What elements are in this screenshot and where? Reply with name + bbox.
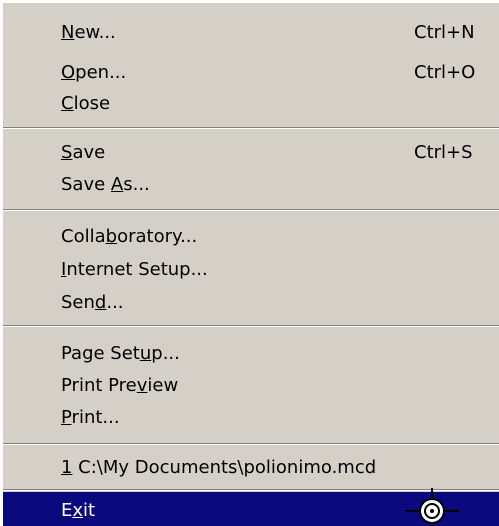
menu-item-close[interactable]: Close	[3, 85, 499, 122]
menu-item-label: Send...	[61, 292, 124, 313]
menu-item-send[interactable]: Send...	[3, 284, 499, 321]
menu-separator	[3, 209, 499, 211]
menu-item-recent-file-1[interactable]: 1 C:\My Documents\polionimo.mcd	[3, 449, 499, 486]
menu-item-label: Collaboratory...	[61, 226, 198, 247]
file-menu: New... Ctrl+N Open... Ctrl+O Close Save …	[0, 0, 499, 526]
menu-item-label: Internet Setup...	[61, 259, 208, 280]
menu-item-label: Close	[61, 93, 111, 114]
menu-item-label: 1 C:\My Documents\polionimo.mcd	[61, 457, 377, 478]
crosshair-cursor-icon	[405, 488, 459, 526]
menu-item-new[interactable]: New... Ctrl+N	[3, 14, 499, 51]
menu-item-label: New...	[61, 22, 116, 43]
menu-item-label: Exit	[61, 500, 96, 521]
menu-separator	[3, 127, 499, 129]
menu-item-print[interactable]: Print...	[3, 399, 499, 436]
menu-item-label: Save As...	[61, 174, 150, 195]
menu-item-save-as[interactable]: Save As...	[3, 166, 499, 203]
menu-item-internet-setup[interactable]: Internet Setup...	[3, 251, 499, 288]
menu-item-collaboratory[interactable]: Collaboratory...	[3, 218, 499, 255]
menu-item-label: Print...	[61, 407, 120, 428]
shortcut-label: Ctrl+N	[414, 22, 475, 43]
menu-separator	[3, 443, 499, 445]
menu-separator	[3, 325, 499, 327]
